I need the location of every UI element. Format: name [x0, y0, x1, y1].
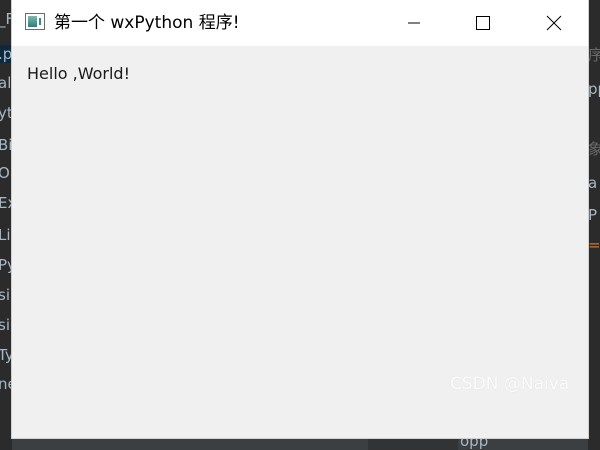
window-title: 第一个 wxPython 程序!: [54, 13, 240, 33]
right-fragment-line: pp: [588, 80, 600, 98]
left-fragment-line: ne: [0, 375, 12, 393]
app-icon-pane: [28, 16, 37, 27]
left-fragment-line: Li: [0, 226, 11, 244]
left-fragment-line: Ty: [0, 346, 12, 364]
minimize-button[interactable]: [391, 0, 437, 46]
editor-gutter: [368, 438, 458, 450]
app-icon-bar: [39, 18, 41, 25]
left-fragment-line: yt: [0, 104, 12, 122]
wx-app-window: 第一个 wxPython 程序! Hello ,World!: [12, 0, 588, 438]
maximize-icon: [476, 16, 490, 30]
close-button[interactable]: [531, 0, 577, 46]
minimize-icon: [408, 22, 420, 24]
app-window-icon[interactable]: [25, 13, 45, 30]
window-titlebar[interactable]: 第一个 wxPython 程序!: [12, 0, 588, 46]
right-fragment-line: P: [588, 206, 598, 224]
right-fragment-line: =: [588, 236, 600, 254]
left-fragment-line: Ex: [0, 194, 12, 212]
left-fragment-line: .p: [0, 45, 12, 63]
editor-left-fragment: _F .p al yt Bi O Ex Li Py si si Ty ne: [0, 0, 12, 450]
close-icon: [546, 15, 562, 31]
csdn-watermark: CSDN @Naiva: [450, 374, 570, 394]
left-fragment-line: Py: [0, 256, 12, 274]
right-fragment-line: 序: [588, 46, 600, 64]
editor-right-fragment: 序 pp 象 a P =: [588, 0, 600, 450]
right-fragment-line: 象: [588, 140, 600, 158]
left-fragment-line: si: [0, 316, 10, 334]
left-fragment-line: si: [0, 286, 10, 304]
left-fragment-line: O: [0, 164, 10, 182]
maximize-button[interactable]: [460, 0, 506, 46]
right-fragment-line: a: [588, 174, 598, 192]
editor-bottom-strip: [12, 438, 588, 450]
left-fragment-line: Bi: [0, 136, 12, 154]
left-fragment-line: _F: [0, 10, 12, 28]
left-fragment-line: al: [0, 74, 12, 92]
hello-world-label: Hello ,World!: [27, 64, 130, 83]
